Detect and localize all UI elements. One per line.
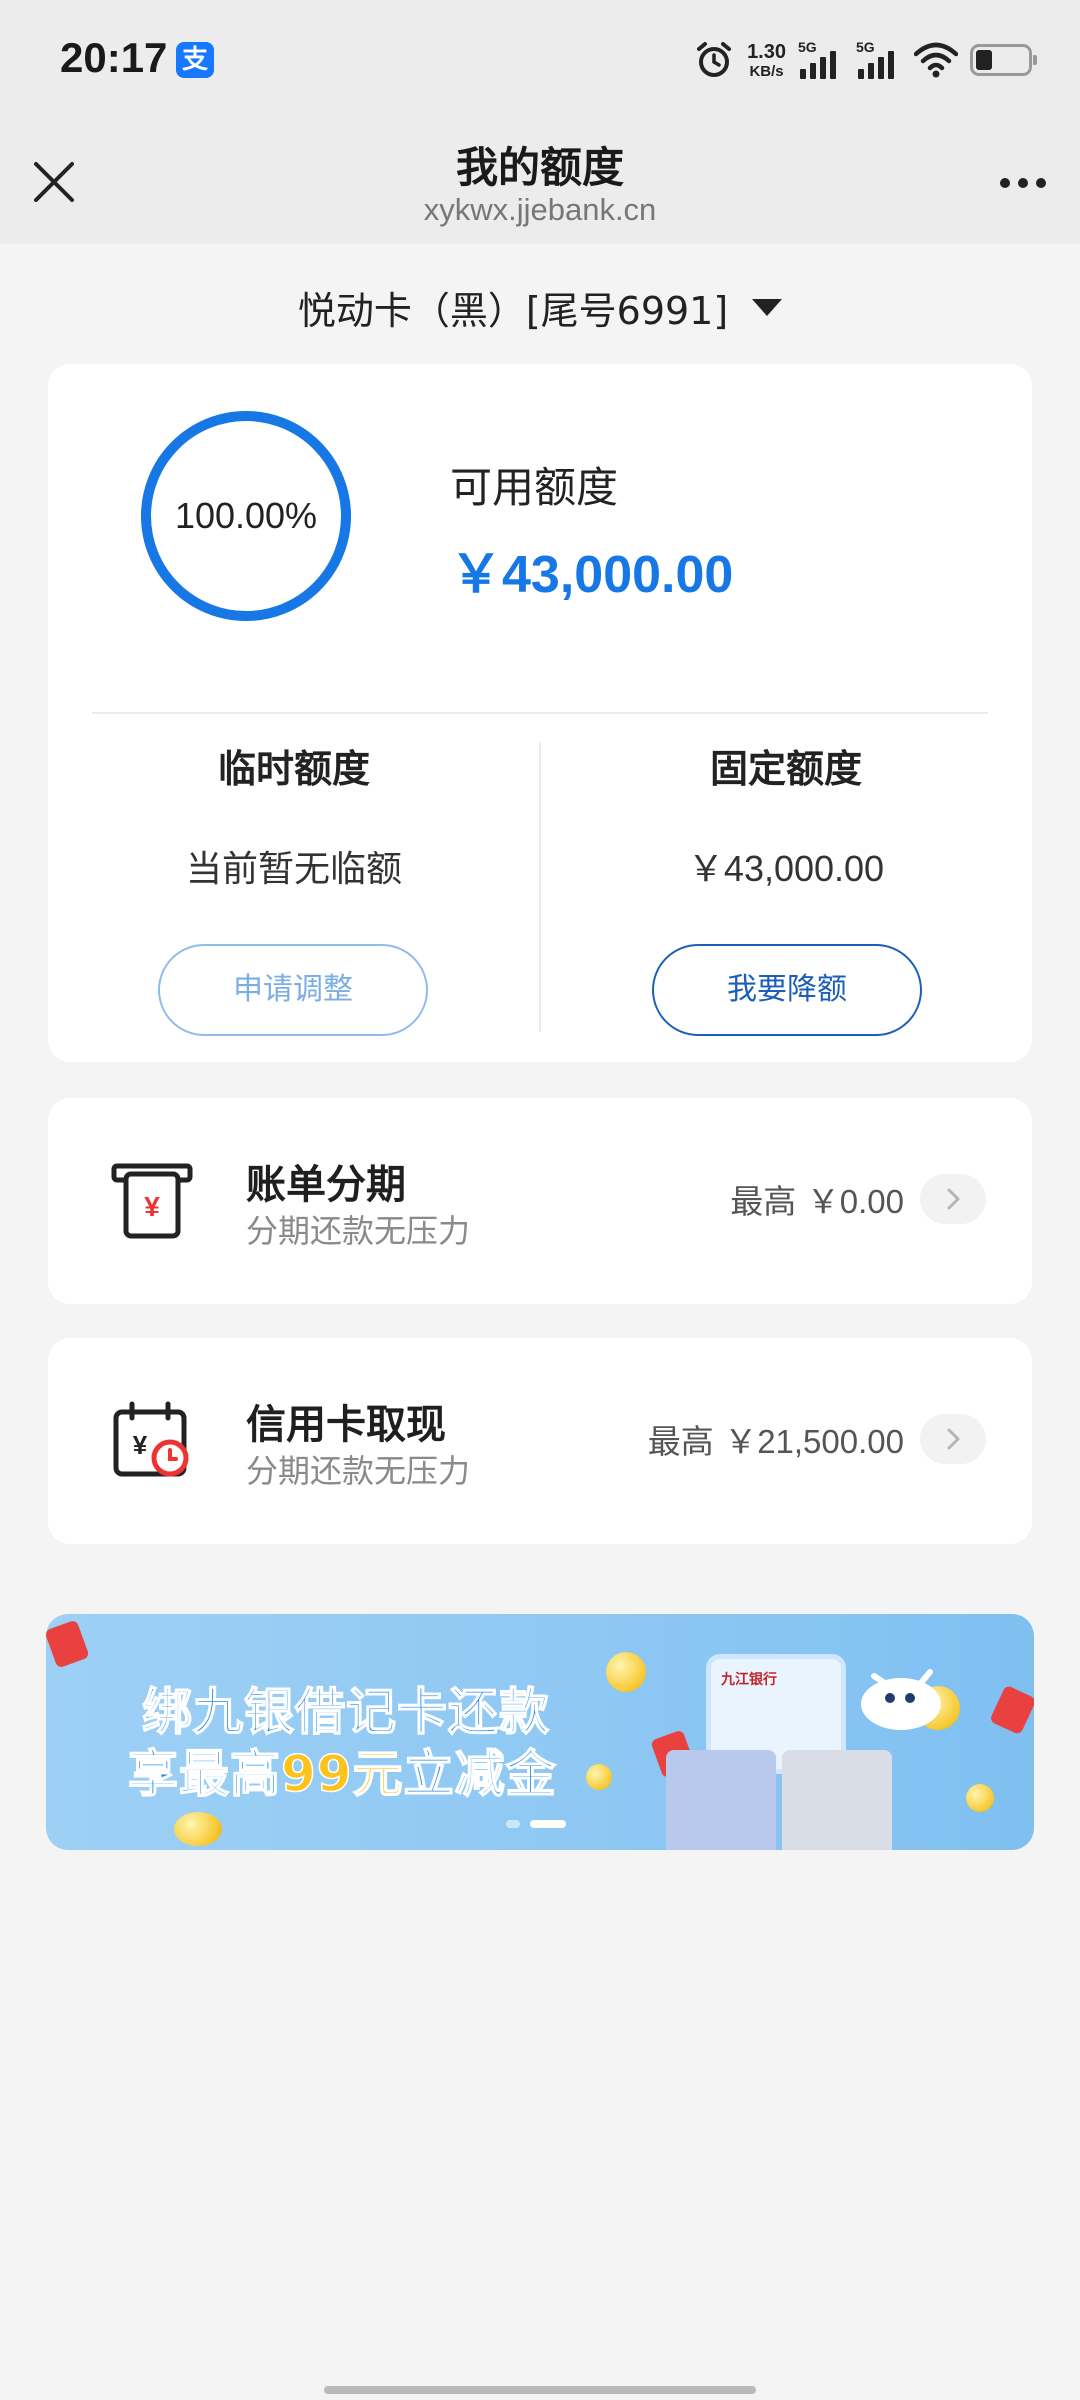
banner-text: 享最高 [127,1744,281,1804]
battery-icon [970,44,1037,76]
signal-label: 5G [798,39,817,55]
row-subtitle: 分期还款无压力 [246,1452,471,1490]
status-bar: 20:17 支 1.30 KB/s 5G 5G [0,0,1080,120]
svg-text:¥: ¥ [133,1430,148,1460]
alipay-app-icon: 支 [176,42,214,78]
more-dot-icon [1018,178,1028,188]
carousel-dot-active [530,1820,566,1828]
wifi-icon [914,42,958,78]
coin-icon [174,1812,222,1846]
red-packet-icon [989,1684,1034,1736]
network-speed: 1.30 KB/s [747,42,786,79]
cash-withdrawal-row[interactable]: ¥ 信用卡取现 分期还款无压力 最高 ￥21,500.00 [48,1338,1032,1544]
coin-icon [606,1652,646,1692]
temp-limit-value: 当前暂无临额 [185,849,402,890]
carousel-indicator [506,1820,566,1828]
carousel-dot [506,1820,520,1828]
bank-logo: 九江银行 [721,1672,777,1688]
card-illustration [782,1750,892,1850]
nav-bar: 我的额度 xykwx.jjebank.cn [0,120,1080,244]
bill-installment-icon: ¥ [111,1163,193,1239]
row-max-text: 最高 ￥0.00 [730,1175,904,1223]
row-arrow-button[interactable] [920,1414,986,1464]
row-max-prefix: 最高 [730,1182,797,1221]
status-indicators: 1.30 KB/s 5G 5G [693,30,1037,90]
signal-icon: 5G [798,39,844,81]
row-max-amount: ￥0.00 [806,1183,904,1220]
status-time: 20:17 [60,34,168,81]
apply-adjust-button[interactable]: 申请调整 [158,944,428,1036]
signal-icon: 5G [856,39,902,81]
home-indicator[interactable] [324,2386,756,2394]
card-selector-label: 悦动卡（黑）[尾号6991] [297,288,729,333]
row-max-prefix: 最高 [647,1422,714,1461]
limit-card: 100.00% 可用额度 ￥43,000.00 临时额度 当前暂无临额 申请调整… [48,364,1032,1062]
signal-label: 5G [856,39,875,55]
page-title: 我的额度 [455,143,624,192]
row-title: 信用卡取现 [246,1402,446,1448]
row-arrow-button[interactable] [920,1174,986,1224]
alarm-icon [697,42,732,77]
chevron-right-icon [947,1428,960,1450]
more-dot-icon [1000,178,1010,188]
reduce-limit-button[interactable]: 我要降额 [652,944,922,1036]
more-dot-icon [1036,178,1046,188]
divider [92,712,988,714]
row-subtitle: 分期还款无压力 [246,1212,471,1250]
network-speed-unit: KB/s [749,62,784,80]
svg-text:¥: ¥ [144,1191,160,1222]
coin-icon [586,1764,612,1790]
available-limit-label: 可用额度 [450,463,619,512]
card-selector[interactable]: 悦动卡（黑）[尾号6991] [0,270,1080,344]
available-limit-value: ￥43,000.00 [450,546,734,604]
banner-highlight: 99元 [280,1744,404,1804]
more-button[interactable] [988,158,1058,208]
row-max-amount: ￥21,500.00 [724,1423,904,1460]
cash-withdrawal-icon: ¥ [113,1401,189,1477]
mascot-illustration [861,1669,941,1730]
network-speed-value: 1.30 [747,40,786,63]
page-url: xykwx.jjebank.cn [423,192,657,227]
temp-limit-title: 临时额度 [217,747,370,791]
red-packet-icon [46,1619,90,1669]
banner-subheadline: 享最高99元立减金 [127,1734,557,1806]
usage-percent: 100.00% [174,495,318,536]
coin-icon [966,1784,994,1812]
row-title: 账单分期 [246,1162,406,1208]
dropdown-arrow-icon [752,298,783,316]
banner-text: 立减金 [403,1744,557,1804]
card-illustration [666,1750,776,1850]
chevron-right-icon [947,1188,960,1210]
row-max: 最高 ￥21,500.00 [648,1414,986,1464]
row-max: 最高 ￥0.00 [730,1174,986,1224]
promo-banner[interactable]: 绑九银借记卡还款 享最高99元立减金 九江银行 [46,1614,1034,1850]
row-max-text: 最高 ￥21,500.00 [648,1415,904,1463]
bill-installment-row[interactable]: ¥ 账单分期 分期还款无压力 最高 ￥0.00 [48,1098,1032,1304]
fixed-limit-title: 固定额度 [709,747,862,791]
fixed-limit-value: ￥43,000.00 [687,848,885,889]
